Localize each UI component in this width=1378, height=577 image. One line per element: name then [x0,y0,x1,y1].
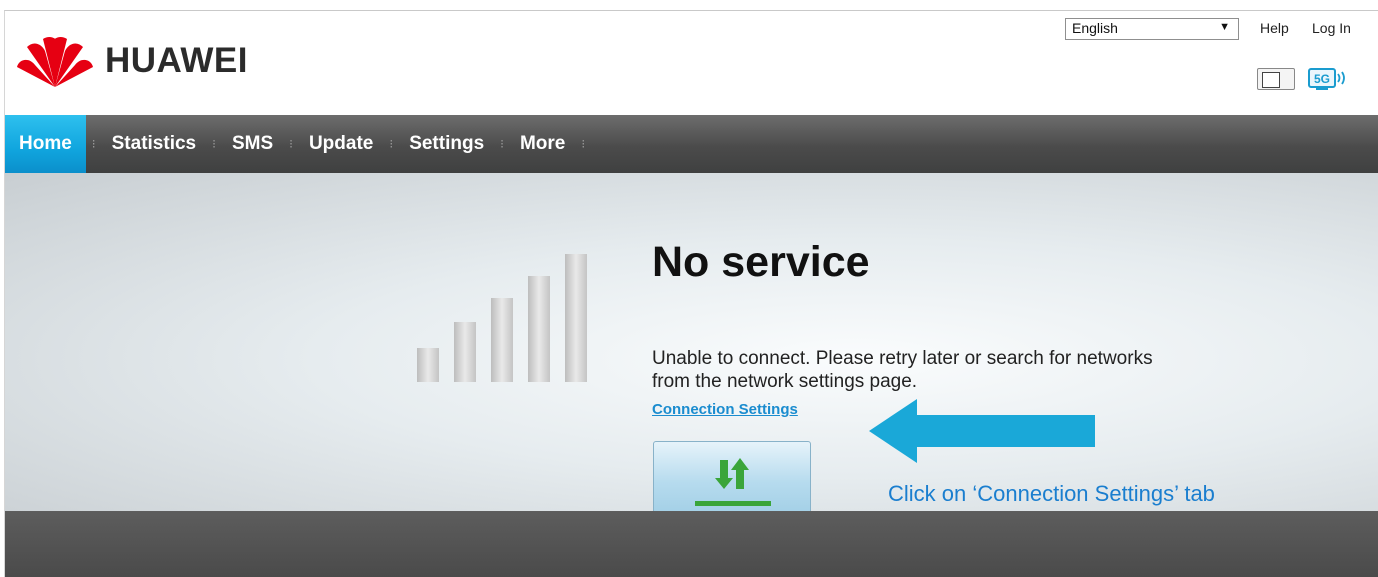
signal-bar [528,276,550,382]
sim-card-icon [1257,68,1295,90]
connection-status-title: No service [652,238,870,286]
signal-bar [454,322,476,382]
nav-tab-statistics[interactable]: Statistics [102,115,206,173]
wifi-5g-icon: 5G [1308,68,1345,90]
callout-instruction: Click on ‘Connection Settings’ tab [888,481,1215,506]
huawei-petal-icon [17,37,93,87]
status-icons: 5G [1257,66,1351,92]
nav-tab-home[interactable]: Home [5,115,86,173]
home-status-panel: No service Unable to connect. Please ret… [5,173,1378,511]
language-select[interactable]: English ▼ [1065,18,1239,40]
footer-bar [5,511,1378,577]
huawei-logo: HUAWEI [15,33,248,89]
signal-strength-icon [417,254,587,382]
connect-arrows-icon [715,458,749,489]
signal-bar [491,298,513,382]
dropdown-arrow-icon: ▼ [1219,21,1230,33]
language-selected-value: English [1072,20,1118,36]
callout-arrow-icon [869,399,1095,463]
nav-tab-more[interactable]: More [510,115,575,173]
nav-tab-update[interactable]: Update [299,115,383,173]
brand-name: HUAWEI [105,41,248,80]
nav-separator: ⁝ [500,137,504,151]
router-admin-page: HUAWEI English ▼ Help Log In 5G Home ⁝ S… [4,10,1378,577]
connect-button[interactable] [653,441,811,511]
nav-separator: ⁝ [212,137,216,151]
nav-separator: ⁝ [389,137,394,151]
connect-underline [695,501,771,506]
nav-tab-settings[interactable]: Settings [399,115,494,173]
header: HUAWEI English ▼ Help Log In 5G [5,11,1378,115]
login-link[interactable]: Log In [1312,20,1351,36]
signal-bar [565,254,587,382]
main-nav: Home ⁝ Statistics ⁝ SMS ⁝ Update ⁝ Setti… [5,115,1378,173]
signal-bar [417,348,439,382]
wifi-5g-label: 5G [1314,72,1330,86]
nav-tab-sms[interactable]: SMS [222,115,283,173]
connection-settings-link[interactable]: Connection Settings [652,401,798,418]
help-link[interactable]: Help [1260,20,1289,36]
connection-status-message: Unable to connect. Please retry later or… [652,348,1153,392]
nav-separator: ⁝ [289,137,293,151]
nav-separator: ⁝ [91,137,96,151]
nav-separator: ⁝ [581,137,586,151]
